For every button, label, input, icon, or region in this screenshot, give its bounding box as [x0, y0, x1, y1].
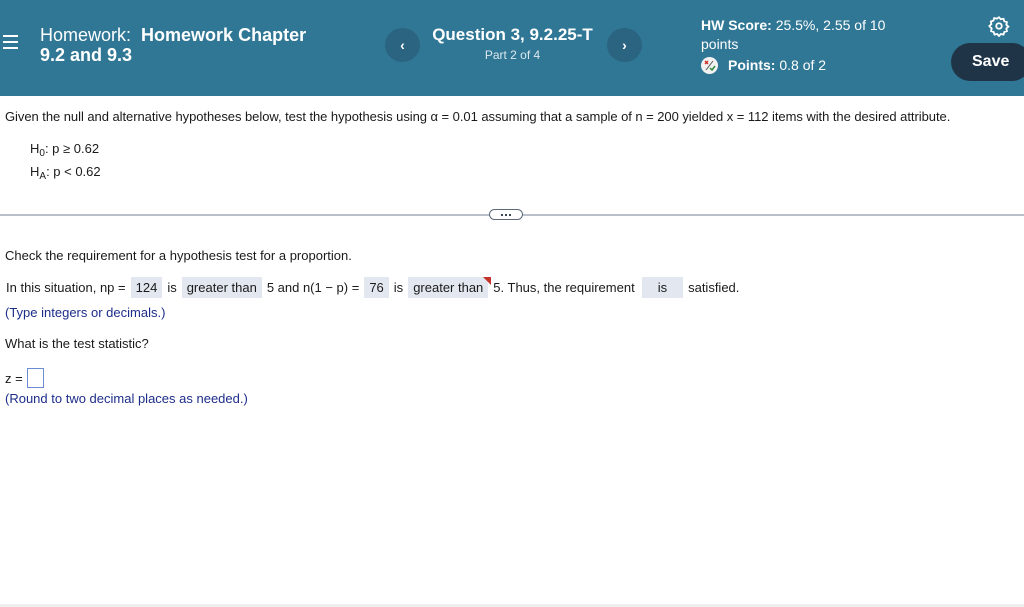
- incorrect-flag-icon: [483, 277, 492, 285]
- z-label: z =: [5, 370, 23, 386]
- chevron-left-icon: ‹: [400, 37, 405, 53]
- gear-icon[interactable]: [988, 15, 1010, 38]
- points-label: Points:: [728, 57, 776, 73]
- homework-name: Homework Chapter: [141, 25, 307, 45]
- z-answer-row: z =: [5, 368, 44, 388]
- problem-statement: Given the null and alternative hypothese…: [5, 109, 951, 124]
- hamburger-menu-icon[interactable]: [3, 35, 19, 49]
- nq-answer[interactable]: 76: [364, 277, 389, 298]
- input-hint: (Type integers or decimals.): [5, 305, 166, 320]
- hw-score-label: HW Score:: [701, 17, 772, 33]
- score-block: HW Score: 25.5%, 2.55 of 10 points Point…: [701, 16, 931, 75]
- comparison-2-value: greater than: [413, 280, 484, 295]
- expand-more-button[interactable]: [489, 209, 523, 220]
- question-info: Question 3, 9.2.25-T Part 2 of 4: [420, 25, 605, 62]
- np-answer[interactable]: 124: [130, 277, 163, 298]
- question-points: Points: 0.8 of 2: [701, 56, 931, 75]
- alternative-hypothesis: HA: p < 0.62: [30, 164, 101, 182]
- save-button[interactable]: Save: [951, 43, 1024, 81]
- text-segment: is: [167, 280, 177, 295]
- text-segment: 5 and n(1 − p) =: [266, 280, 360, 295]
- h0-symbol: H: [30, 141, 40, 156]
- h0-text: : p ≥ 0.62: [44, 141, 100, 156]
- comparison-dropdown-1[interactable]: greater than: [181, 277, 262, 298]
- ha-symbol: H: [30, 164, 40, 179]
- previous-question-button[interactable]: ‹: [385, 28, 420, 62]
- text-segment: In this situation, np =: [6, 280, 126, 295]
- text-segment: is: [393, 280, 404, 295]
- hw-score-value: 25.5%, 2.55 of 10: [775, 17, 886, 33]
- requirement-instruction: Check the requirement for a hypothesis t…: [5, 248, 352, 263]
- top-header: Homework: Homework Chapter 9.2 and 9.3 ‹…: [0, 0, 1024, 96]
- requirement-sentence: In this situation, np = 124 is greater t…: [5, 277, 740, 298]
- chevron-right-icon: ›: [622, 37, 627, 53]
- hw-score-unit: points: [701, 36, 739, 52]
- homework-name-line2: 9.2 and 9.3: [40, 45, 133, 65]
- ha-text: : p < 0.62: [46, 164, 101, 179]
- next-question-button[interactable]: ›: [607, 28, 642, 62]
- rounding-hint: (Round to two decimal places as needed.): [5, 391, 248, 406]
- hw-score: HW Score: 25.5%, 2.55 of 10 points: [701, 16, 931, 54]
- text-segment: 5. Thus, the requirement: [493, 280, 635, 295]
- homework-prefix: Homework:: [40, 25, 132, 45]
- question-part: Part 2 of 4: [484, 48, 541, 62]
- text-segment: satisfied.: [688, 280, 740, 295]
- z-input[interactable]: [26, 368, 44, 388]
- points-value: 0.8 of 2: [779, 57, 827, 73]
- question-title: Question 3, 9.2.25-T: [432, 25, 593, 44]
- partial-credit-icon: [701, 57, 718, 74]
- homework-title: Homework: Homework Chapter 9.2 and 9.3: [40, 25, 350, 65]
- comparison-dropdown-2[interactable]: greater than: [408, 277, 492, 298]
- test-statistic-question: What is the test statistic?: [5, 336, 149, 351]
- null-hypothesis: H0: p ≥ 0.62: [30, 141, 99, 159]
- requirement-dropdown[interactable]: is: [641, 277, 684, 298]
